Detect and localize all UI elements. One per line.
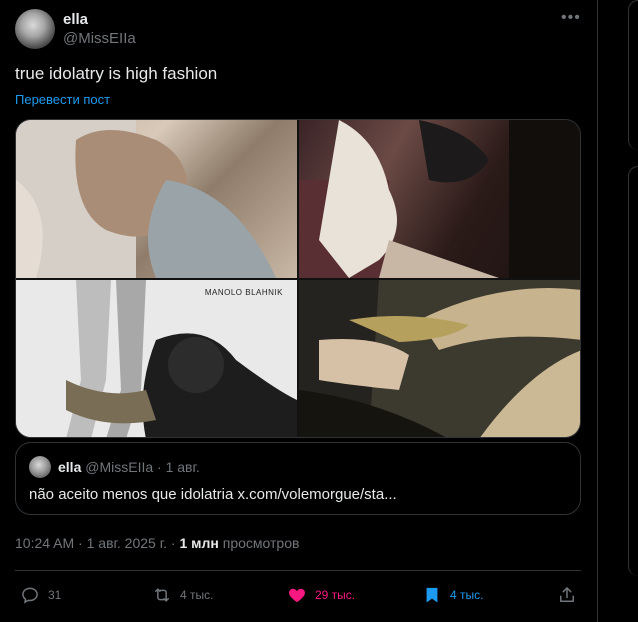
- reply-count: 31: [48, 588, 62, 602]
- post-date[interactable]: 1 авг. 2025 г.: [87, 535, 167, 551]
- author-avatar[interactable]: [15, 9, 55, 49]
- right-sidebar-card: [628, 166, 638, 576]
- like-count: 29 тыс.: [315, 588, 356, 602]
- like-button[interactable]: 29 тыс.: [287, 578, 355, 612]
- share-button[interactable]: [557, 578, 585, 612]
- quoted-separator: ·: [157, 459, 162, 475]
- views-label: просмотров: [222, 535, 300, 551]
- quoted-header: ella @MissEIIa · 1 авг.: [58, 459, 200, 475]
- quoted-post[interactable]: ella @MissEIIa · 1 авг. não aceito menos…: [15, 442, 581, 515]
- tweet-text: true idolatry is high fashion: [15, 64, 218, 83]
- quoted-author-avatar: [29, 456, 51, 478]
- post-timestamp: 10:24 AM · 1 авг. 2025 г. · 1 млн просмо…: [15, 535, 299, 551]
- photo-3-image: [16, 280, 297, 437]
- share-icon: [560, 587, 574, 602]
- media-grid: MANOLO BLAHNIK: [15, 119, 581, 438]
- author-handle[interactable]: @MissEIIa: [63, 30, 136, 47]
- quoted-text: não aceito menos que idolatria x.com/vol…: [29, 486, 397, 503]
- views-count: 1 млн: [179, 535, 219, 551]
- reply-icon: [22, 587, 38, 604]
- photo-2-image: [299, 120, 580, 278]
- views-separator: ·: [170, 535, 176, 551]
- photo-4-image: [299, 280, 580, 437]
- quoted-date: 1 авг.: [165, 459, 200, 475]
- quoted-author-handle: @MissEIIa: [85, 459, 154, 475]
- photo-4[interactable]: [299, 280, 580, 437]
- repost-icon: [155, 588, 169, 602]
- photo-1-image: [16, 120, 276, 278]
- bookmark-count: 4 тыс.: [450, 588, 484, 602]
- post-time-separator: ·: [78, 535, 83, 551]
- photo-2[interactable]: [299, 120, 580, 278]
- translate-post-link[interactable]: Перевести пост: [15, 92, 110, 107]
- quoted-author-name: ella: [58, 459, 82, 475]
- right-sidebar-card: [628, 0, 638, 150]
- more-options-icon[interactable]: •••: [561, 9, 581, 27]
- author-name[interactable]: ella: [63, 11, 88, 28]
- column-divider: [597, 0, 598, 622]
- reply-button[interactable]: 31: [20, 578, 61, 612]
- bookmark-icon: [426, 587, 438, 603]
- repost-button[interactable]: 4 тыс.: [152, 578, 213, 612]
- heart-icon: [289, 588, 305, 603]
- photo-3[interactable]: MANOLO BLAHNIK: [16, 280, 297, 437]
- photo-1[interactable]: [16, 120, 297, 278]
- divider: [15, 570, 581, 571]
- action-bar: 31 4 тыс. 29 тыс. 4 тыс.: [0, 578, 638, 612]
- bookmark-button[interactable]: 4 тыс.: [422, 578, 483, 612]
- post-time[interactable]: 10:24 AM: [15, 535, 74, 551]
- repost-count: 4 тыс.: [180, 588, 214, 602]
- photo-3-caption: MANOLO BLAHNIK: [204, 288, 283, 297]
